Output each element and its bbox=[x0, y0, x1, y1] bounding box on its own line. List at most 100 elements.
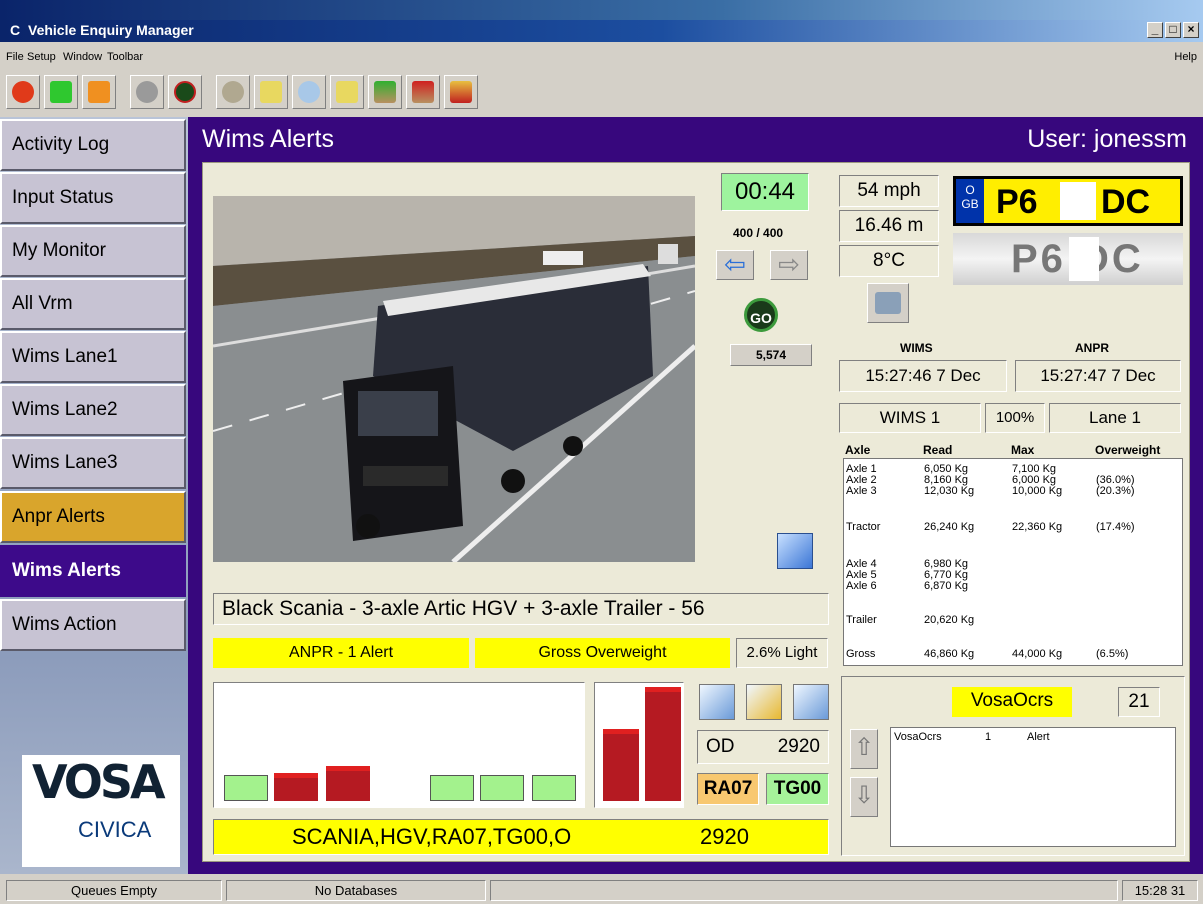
user-label: User: jonessm bbox=[1027, 125, 1187, 153]
status-clock: 15:28 31 bbox=[1122, 880, 1198, 901]
sidebar-item-wims-lane2[interactable]: Wims Lane2 bbox=[0, 384, 186, 436]
table-row: Axle 3 12,030 Kg 10,000 Kg (20.3%) bbox=[846, 485, 1182, 497]
printer-icon bbox=[875, 292, 901, 314]
scroll-up-button[interactable]: ⇧ bbox=[850, 729, 878, 769]
axle-weight-table: Axle 1 6,050 Kg 7,100 Kg Axle 2 8,160 Kg 6,00… bbox=[843, 458, 1183, 666]
vosaocrs-list[interactable]: VosaOcrs 1 Alert bbox=[890, 727, 1176, 847]
ra-code: RA07 bbox=[697, 773, 759, 805]
download-button[interactable] bbox=[368, 75, 402, 109]
disc-button[interactable] bbox=[130, 75, 164, 109]
swap-image-button[interactable] bbox=[777, 533, 813, 569]
list-item-type: Alert bbox=[1027, 731, 1050, 743]
key-green-button[interactable] bbox=[44, 75, 78, 109]
temperature-field: 8°C bbox=[839, 245, 939, 277]
group-weight-chart bbox=[594, 682, 684, 808]
key-green-icon bbox=[50, 81, 72, 103]
cell-axle: Axle 3 bbox=[846, 485, 877, 497]
app-icon: C bbox=[10, 22, 21, 38]
record-count: 400 / 400 bbox=[733, 226, 784, 240]
chart-bar bbox=[326, 766, 370, 801]
previous-button[interactable]: ⇦ bbox=[716, 250, 754, 280]
plate-right: DC bbox=[1101, 183, 1151, 221]
countdown-timer: 00:44 bbox=[721, 173, 809, 211]
sidebar-item-wims-alerts[interactable]: Wims Alerts bbox=[0, 545, 186, 597]
scanner-button[interactable] bbox=[330, 75, 364, 109]
search-operator-button[interactable] bbox=[793, 684, 829, 720]
table-row: Gross 46,860 Kg 44,000 Kg (6.5%) bbox=[846, 648, 1182, 660]
cell-over: (20.3%) bbox=[1096, 485, 1135, 497]
disc-gear-button[interactable] bbox=[216, 75, 250, 109]
sidebar-item-anpr-alerts[interactable]: Anpr Alerts bbox=[0, 491, 186, 543]
search-document-button[interactable] bbox=[699, 684, 735, 720]
cell-axle: Gross bbox=[846, 648, 876, 660]
car-folder-button[interactable] bbox=[444, 75, 478, 109]
lane-field: Lane 1 bbox=[1049, 403, 1181, 433]
go-stop-button[interactable] bbox=[168, 75, 202, 109]
speed-field: 54 mph bbox=[839, 175, 939, 207]
car-folder-icon bbox=[450, 81, 472, 103]
vosaocrs-label: VosaOcrs bbox=[952, 687, 1072, 717]
length-field: 16.46 m bbox=[839, 210, 939, 242]
upload-button[interactable] bbox=[406, 75, 440, 109]
settings-chip-button[interactable] bbox=[254, 75, 288, 109]
disc-gear-icon bbox=[222, 81, 244, 103]
close-button[interactable]: × bbox=[1183, 22, 1199, 38]
power-button[interactable] bbox=[6, 75, 40, 109]
menu-toolbar[interactable]: Toolbar bbox=[107, 51, 143, 63]
status-message bbox=[490, 880, 1118, 901]
sidebar-item-wims-lane3[interactable]: Wims Lane3 bbox=[0, 437, 186, 489]
cell-read: 12,030 Kg bbox=[924, 485, 975, 497]
print-button[interactable] bbox=[867, 283, 909, 323]
scanner-icon bbox=[336, 81, 358, 103]
disc-icon bbox=[136, 81, 158, 103]
camera-image[interactable] bbox=[213, 196, 695, 562]
od-field: OD 2920 bbox=[697, 730, 829, 764]
search-vehicle-button[interactable] bbox=[746, 684, 782, 720]
cell-read: 6,870 Kg bbox=[924, 580, 969, 592]
summary-value: 2920 bbox=[700, 824, 749, 849]
menu-file[interactable]: File bbox=[6, 51, 24, 63]
download-icon bbox=[374, 81, 396, 103]
menu-help[interactable]: Help bbox=[1174, 51, 1197, 63]
cell-read: 46,860 Kg bbox=[924, 648, 975, 660]
tg-code: TG00 bbox=[766, 773, 829, 805]
axle-col-header: Axle bbox=[845, 443, 871, 457]
cd-button[interactable] bbox=[292, 75, 326, 109]
go-button[interactable]: GO bbox=[744, 298, 778, 332]
cell-over: (17.4%) bbox=[1096, 521, 1135, 533]
record-number: 5,574 bbox=[730, 344, 812, 366]
maximize-button[interactable]: □ bbox=[1165, 22, 1181, 38]
wims-label: WIMS bbox=[900, 341, 933, 355]
cell-axle: Tractor bbox=[846, 521, 881, 533]
sidebar-item-activity-log[interactable]: Activity Log bbox=[0, 119, 186, 171]
sidebar-item-wims-action[interactable]: Wims Action bbox=[0, 599, 186, 651]
window-title: Vehicle Enquiry Manager bbox=[28, 22, 194, 38]
vosa-panel: VosaOcrs 21 ⇧ ⇩ VosaOcrs 1 Alert bbox=[841, 676, 1185, 856]
minimize-button[interactable]: _ bbox=[1147, 22, 1163, 38]
key-orange-button[interactable] bbox=[82, 75, 116, 109]
list-item-name: VosaOcrs bbox=[894, 731, 942, 743]
plate-gap bbox=[1060, 182, 1096, 220]
arrow-up-icon: ⇧ bbox=[853, 734, 875, 761]
vehicle-description: Black Scania - 3-axle Artic HGV + 3-axle… bbox=[213, 593, 829, 625]
chart-bar bbox=[480, 775, 524, 801]
chart-bar bbox=[645, 687, 681, 801]
next-button[interactable]: ⇨ bbox=[770, 250, 808, 280]
cd-icon bbox=[298, 81, 320, 103]
sidebar-item-all-vrm[interactable]: All Vrm bbox=[0, 278, 186, 330]
od-label: OD bbox=[706, 736, 735, 757]
civica-logo: CIVICA bbox=[78, 817, 152, 842]
sidebar-item-input-status[interactable]: Input Status bbox=[0, 172, 186, 224]
menu-window[interactable]: Window bbox=[63, 51, 102, 63]
upload-icon bbox=[412, 81, 434, 103]
axle-weight-chart bbox=[213, 682, 585, 808]
status-bar: Queues Empty No Databases 15:28 31 bbox=[0, 874, 1203, 904]
max-col-header: Max bbox=[1011, 443, 1035, 457]
scroll-down-button[interactable]: ⇩ bbox=[850, 777, 878, 817]
cell-max: 44,000 Kg bbox=[1012, 648, 1063, 660]
queue-status: Queues Empty bbox=[6, 880, 222, 901]
sidebar-item-my-monitor[interactable]: My Monitor bbox=[0, 225, 186, 277]
sidebar-item-wims-lane1[interactable]: Wims Lane1 bbox=[0, 331, 186, 383]
alert-panel: 00:44 400 / 400 ⇦ ⇨ GO 5,574 Black Scani… bbox=[202, 162, 1190, 862]
menu-setup[interactable]: Setup bbox=[27, 51, 56, 63]
